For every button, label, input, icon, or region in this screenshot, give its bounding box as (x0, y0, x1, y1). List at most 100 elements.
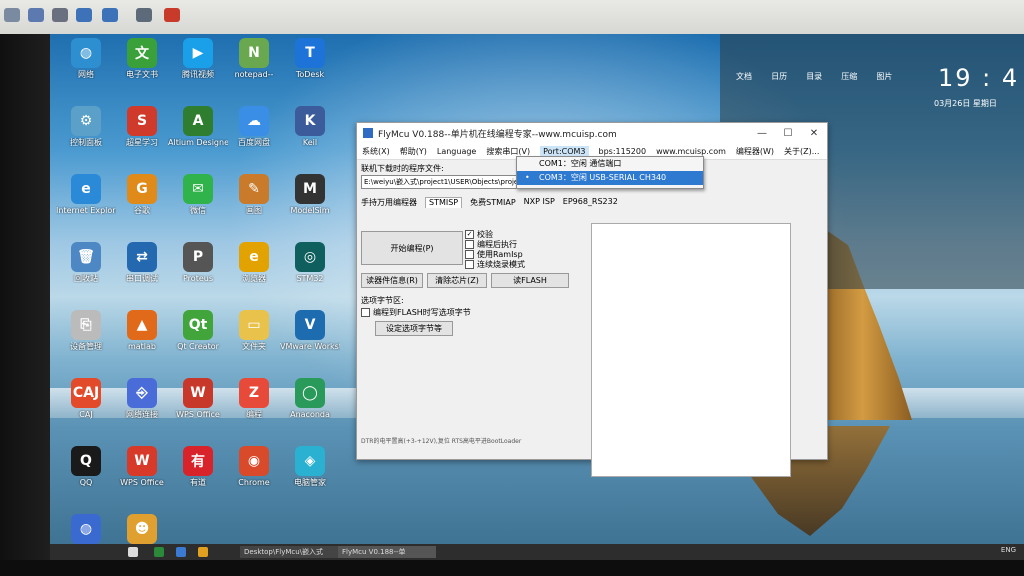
desktop-icon[interactable]: 🗑 回收站 (56, 242, 116, 283)
window-titlebar[interactable]: FlyMcu V0.188--单片机在线编程专家--www.mcuisp.com… (357, 123, 827, 143)
menu-search-port[interactable]: 搜索串口(V) (486, 146, 530, 157)
desktop-icon[interactable]: 有有道 (168, 446, 228, 487)
desktop-icon-label: QQ (79, 478, 93, 487)
desktop-icon[interactable]: Qt Qt Creator (168, 310, 228, 351)
taskbar-app-icon[interactable] (154, 547, 164, 557)
desktop-icon[interactable]: ◉ Chrome (224, 446, 284, 487)
desktop-icon-label: VMware Workstation (280, 342, 340, 351)
app-icon: ◯ (295, 378, 325, 408)
read-info-button[interactable]: 读器件信息(R) (361, 273, 423, 288)
app-icon: S (127, 106, 157, 136)
desktop-icon[interactable]: M ModelSim (280, 174, 340, 215)
port-option-com3[interactable]: COM3：空闲 USB-SERIAL CH340 (517, 171, 703, 185)
desktop-icon-label: CAJ (79, 410, 93, 419)
desktop-icon[interactable]: Z 编程 (224, 378, 284, 419)
read-flash-button[interactable]: 读FLASH (491, 273, 569, 288)
file-path-input[interactable]: E:\weiyu\嵌入式\project1\USER\Objects\proje… (361, 175, 525, 189)
panel-tab[interactable]: 文档 (736, 71, 752, 82)
app-icon: W (183, 378, 213, 408)
system-tray[interactable]: ENG (1001, 546, 1016, 554)
menu-bps[interactable]: bps:115200 (599, 147, 647, 156)
app-icon: ⎆ (127, 378, 157, 408)
desktop-icon[interactable]: ☁ 百度网盘 (224, 106, 284, 147)
desktop-icon-label: notepad-- (234, 70, 274, 79)
log-output-pane[interactable] (591, 223, 791, 477)
toolbar-icon-3 (52, 8, 68, 22)
taskbar-app-icon[interactable] (198, 547, 208, 557)
taskbar-app-icon[interactable] (176, 547, 186, 557)
panel-tab[interactable]: 压缩 (841, 71, 857, 82)
desktop-icon[interactable]: V VMware Workstation (280, 310, 340, 351)
desktop-icon[interactable]: A Altium Designer (168, 106, 228, 147)
continuous-checkbox[interactable]: 连续烧录模式 (465, 259, 525, 270)
toolbar-icon-1 (4, 8, 20, 22)
desktop-icon[interactable]: ▶ 腾讯视频 (168, 38, 228, 79)
desktop-icon[interactable]: K Keil (280, 106, 340, 147)
taskbar-window-button[interactable]: FlyMcu V0.188--单 (338, 546, 436, 558)
programmer-tabs: 手持万用编程器 STMISP 免费STMIAP NXP ISP EP968_RS… (361, 197, 823, 208)
desktop-icon[interactable]: ⇄ 串口调试 (112, 242, 172, 283)
desktop-icon[interactable]: ▲ matlab (112, 310, 172, 351)
start-icon[interactable] (128, 547, 138, 557)
desktop-icon-label: 网络连接 (126, 410, 158, 419)
desktop-icon-label: WPS Office (176, 410, 220, 419)
desktop-icon[interactable]: Nnotepad-- (224, 38, 284, 79)
menu-programmer[interactable]: 编程器(W) (736, 146, 774, 157)
close-button[interactable]: ✕ (801, 128, 827, 139)
desktop-icon[interactable]: W WPS Office (168, 378, 228, 419)
app-icon: Qt (183, 310, 213, 340)
tab-handheld[interactable]: 手持万用编程器 (361, 197, 417, 208)
app-icon: M (295, 174, 325, 204)
desktop-icon[interactable]: W WPS Office (112, 446, 172, 487)
clock-time: 19 : 4 (938, 64, 1020, 92)
app-icon: W (127, 446, 157, 476)
erase-chip-button[interactable]: 清除芯片(Z) (427, 273, 487, 288)
desktop-icon-label: Altium Designer (168, 138, 228, 147)
menu-system[interactable]: 系统(X) (362, 146, 390, 157)
tab-nxp-isp[interactable]: NXP ISP (524, 197, 555, 208)
menu-port[interactable]: Port:COM3 (540, 145, 589, 157)
menu-language[interactable]: Language (437, 147, 476, 156)
desktop-icon[interactable]: T ToDesk (280, 38, 340, 79)
desktop-icon-label: 超星学习 (126, 138, 158, 147)
desktop-icon[interactable]: S 超星学习 (112, 106, 172, 147)
desktop-icon[interactable]: ◎ STM32 (280, 242, 340, 283)
desktop-icon[interactable]: ✉ 微信 (168, 174, 228, 215)
desktop-icon[interactable]: e Internet Explorer (56, 174, 116, 215)
minimize-button[interactable]: — (749, 128, 775, 139)
menu-help[interactable]: 帮助(Y) (400, 146, 427, 157)
desktop-icon[interactable]: ⎘ 设备管理 (56, 310, 116, 351)
desktop-icon[interactable]: ◯ Anaconda (280, 378, 340, 419)
desktop-icon[interactable]: Q QQ (56, 446, 116, 487)
panel-tab[interactable]: 日历 (771, 71, 787, 82)
checkbox-box (465, 240, 474, 249)
set-option-bytes-button[interactable]: 设定选项字节等 (375, 321, 453, 336)
desktop-icon[interactable]: e 浏览器 (224, 242, 284, 283)
menu-about[interactable]: 关于(Z)... (784, 146, 819, 157)
port-option-com1[interactable]: COM1：空闲 通信端口 (517, 157, 703, 171)
desktop-icon[interactable]: ◈ 电脑管家 (280, 446, 340, 487)
checkbox-box (465, 250, 474, 259)
write-option-bytes-checkbox[interactable]: 编程到FLASH时写选项字节 (361, 307, 471, 318)
taskbar-window-button[interactable]: Desktop\FlyMcu\嵌入式 (240, 546, 338, 558)
desktop-icon[interactable]: P Proteus (168, 242, 228, 283)
desktop-icon[interactable]: ◍ 网络 (56, 38, 116, 79)
start-program-button[interactable]: 开始编程(P) (361, 231, 463, 265)
desktop-icon[interactable]: CAJ CAJ (56, 378, 116, 419)
app-icon: V (295, 310, 325, 340)
panel-tab[interactable]: 目录 (806, 71, 822, 82)
menu-website[interactable]: www.mcuisp.com (656, 147, 726, 156)
tab-stmisp[interactable]: STMISP (425, 197, 463, 208)
desktop-icon[interactable]: ✎ 画图 (224, 174, 284, 215)
status-line: DTR的电平置高(+3-+12V),复位 RTS高电平进BootLoader (361, 438, 522, 445)
desktop-icon-label: 文件夹 (242, 342, 266, 351)
tab-stmiap[interactable]: 免费STMIAP (470, 197, 516, 208)
maximize-button[interactable]: ☐ (775, 128, 801, 139)
tab-ep968[interactable]: EP968_RS232 (563, 197, 618, 208)
panel-tab[interactable]: 图片 (876, 71, 892, 82)
desktop-icon[interactable]: ⎆ 网络连接 (112, 378, 172, 419)
desktop-icon[interactable]: G 谷歌 (112, 174, 172, 215)
desktop-icon[interactable]: 文电子文书 (112, 38, 172, 79)
desktop-icon[interactable]: ▭ 文件夹 (224, 310, 284, 351)
desktop-icon[interactable]: ⚙ 控制面板 (56, 106, 116, 147)
